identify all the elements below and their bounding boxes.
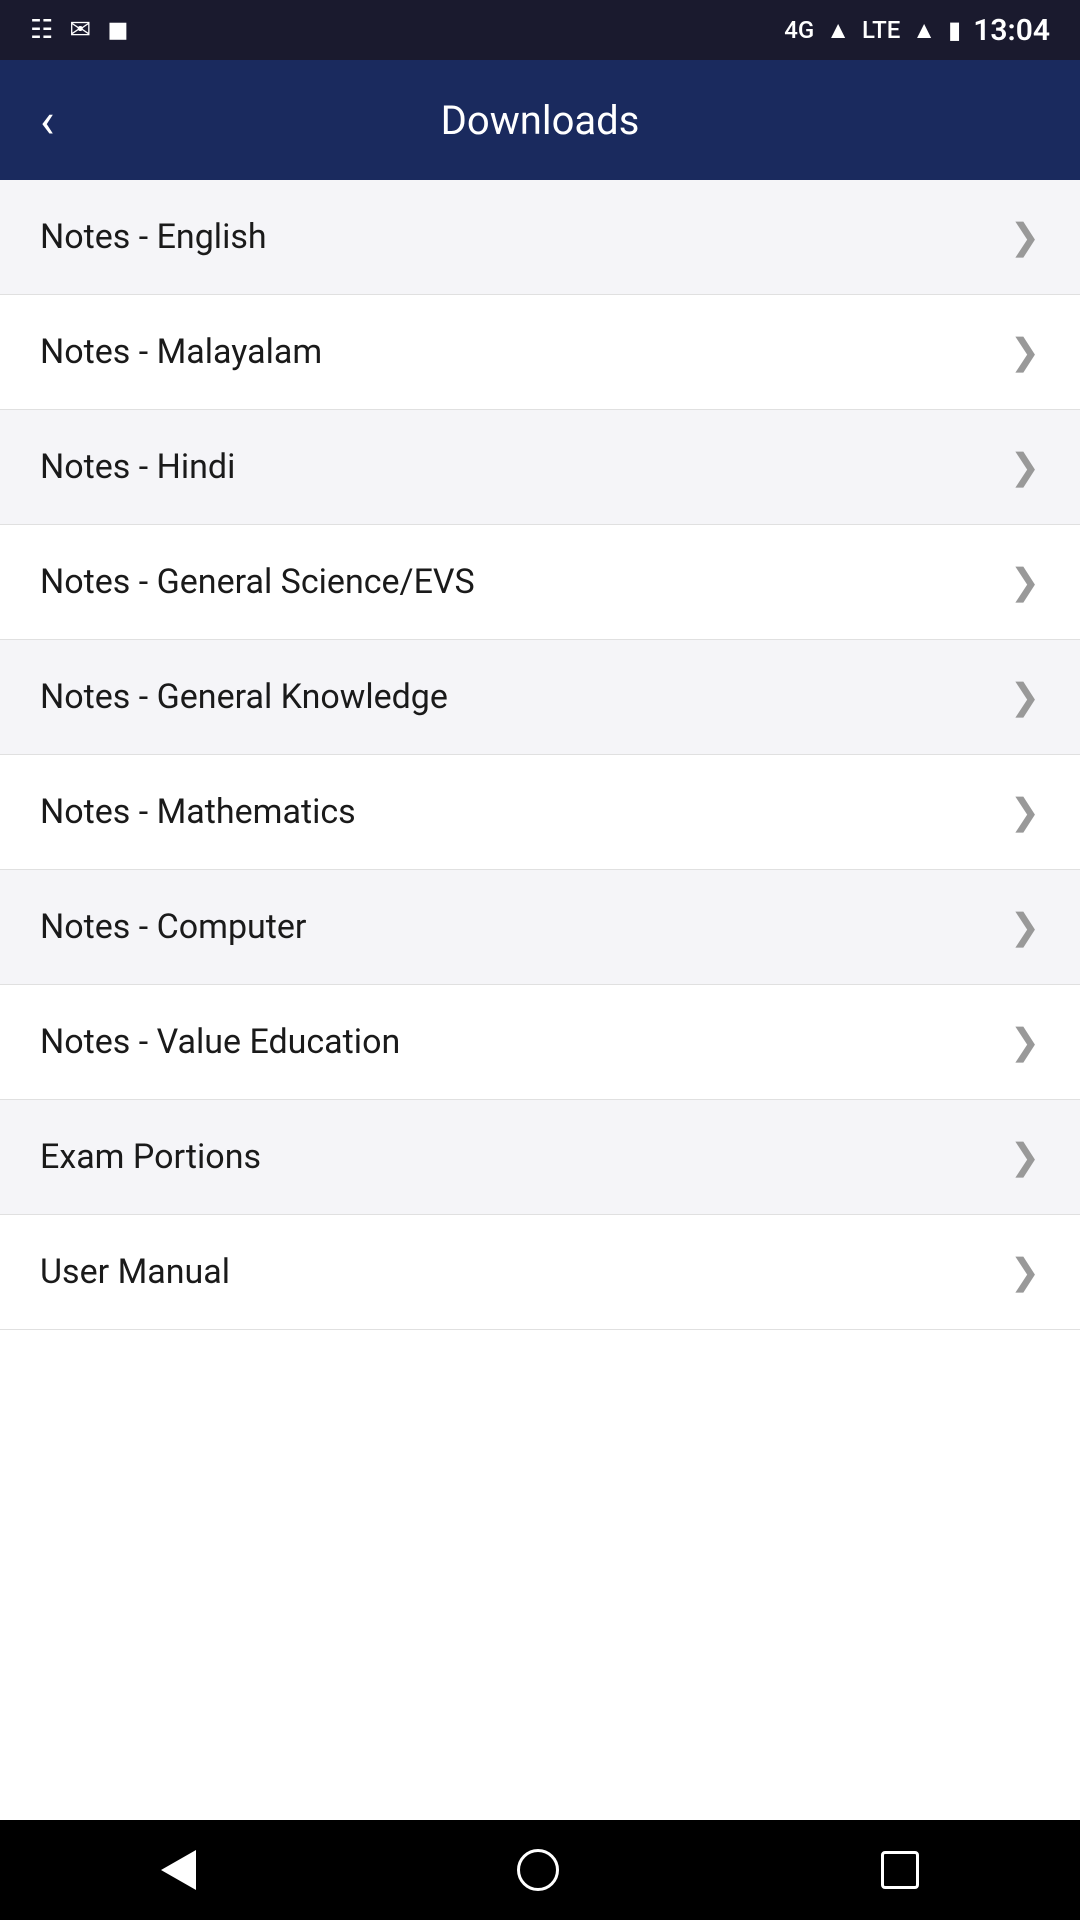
chevron-right-icon: ❯ (1010, 331, 1040, 373)
chevron-right-icon: ❯ (1010, 791, 1040, 833)
page-title: Downloads (441, 97, 640, 144)
chevron-right-icon: ❯ (1010, 216, 1040, 258)
nav-back-button[interactable] (161, 1850, 196, 1890)
list-item-label: User Manual (40, 1252, 230, 1292)
list-item[interactable]: Notes - Malayalam ❯ (0, 295, 1080, 410)
list-item-label: Notes - General Science/EVS (40, 562, 475, 602)
chevron-right-icon: ❯ (1010, 906, 1040, 948)
bell-icon: ✉ (69, 15, 91, 45)
status-bar-right-icons: 4G ▲ LTE ▲ ▮ 13:04 (784, 13, 1050, 48)
lte-label: LTE (862, 16, 900, 44)
home-circle-icon (517, 1849, 559, 1891)
list-item-label: Notes - Mathematics (40, 792, 356, 832)
list-item[interactable]: Notes - English ❯ (0, 180, 1080, 295)
list-item-label: Notes - Value Education (40, 1022, 400, 1062)
list-item-label: Notes - Computer (40, 907, 306, 947)
list-item[interactable]: Notes - Hindi ❯ (0, 410, 1080, 525)
downloads-list: Notes - English❯Notes - Malayalam❯Notes … (0, 180, 1080, 1330)
back-arrow-icon: ‹ (40, 92, 54, 149)
image-icon: ◼ (107, 15, 129, 45)
list-item[interactable]: Notes - General Science/EVS ❯ (0, 525, 1080, 640)
chevron-right-icon: ❯ (1010, 1021, 1040, 1063)
chevron-right-icon: ❯ (1010, 446, 1040, 488)
list-item[interactable]: Notes - Computer ❯ (0, 870, 1080, 985)
list-item-label: Exam Portions (40, 1137, 261, 1177)
list-item-label: Notes - English (40, 217, 267, 257)
chevron-right-icon: ❯ (1010, 676, 1040, 718)
list-item[interactable]: User Manual ❯ (0, 1215, 1080, 1330)
list-item[interactable]: Exam Portions ❯ (0, 1100, 1080, 1215)
lte-signal-icon: ▲ (912, 16, 936, 45)
list-item-label: Notes - Malayalam (40, 332, 322, 372)
signal-4g-label: 4G (784, 16, 814, 44)
list-item[interactable]: Notes - Mathematics ❯ (0, 755, 1080, 870)
chevron-right-icon: ❯ (1010, 1136, 1040, 1178)
time-display: 13:04 (973, 13, 1050, 48)
message-icon: ☷ (30, 15, 53, 45)
list-item-label: Notes - General Knowledge (40, 677, 448, 717)
status-bar-left-icons: ☷ ✉ ◼ (30, 15, 129, 45)
back-button[interactable]: ‹ (30, 82, 64, 159)
chevron-right-icon: ❯ (1010, 561, 1040, 603)
chevron-right-icon: ❯ (1010, 1251, 1040, 1293)
list-item[interactable]: Notes - General Knowledge ❯ (0, 640, 1080, 755)
signal-strength-icon: ▲ (826, 16, 850, 45)
battery-icon: ▮ (948, 16, 961, 44)
recents-square-icon (881, 1851, 919, 1889)
app-bar: ‹ Downloads (0, 60, 1080, 180)
back-triangle-icon (161, 1850, 196, 1890)
list-item-label: Notes - Hindi (40, 447, 235, 487)
nav-home-button[interactable] (517, 1849, 559, 1891)
list-item[interactable]: Notes - Value Education ❯ (0, 985, 1080, 1100)
nav-recents-button[interactable] (881, 1851, 919, 1889)
bottom-nav-bar (0, 1820, 1080, 1920)
status-bar: ☷ ✉ ◼ 4G ▲ LTE ▲ ▮ 13:04 (0, 0, 1080, 60)
